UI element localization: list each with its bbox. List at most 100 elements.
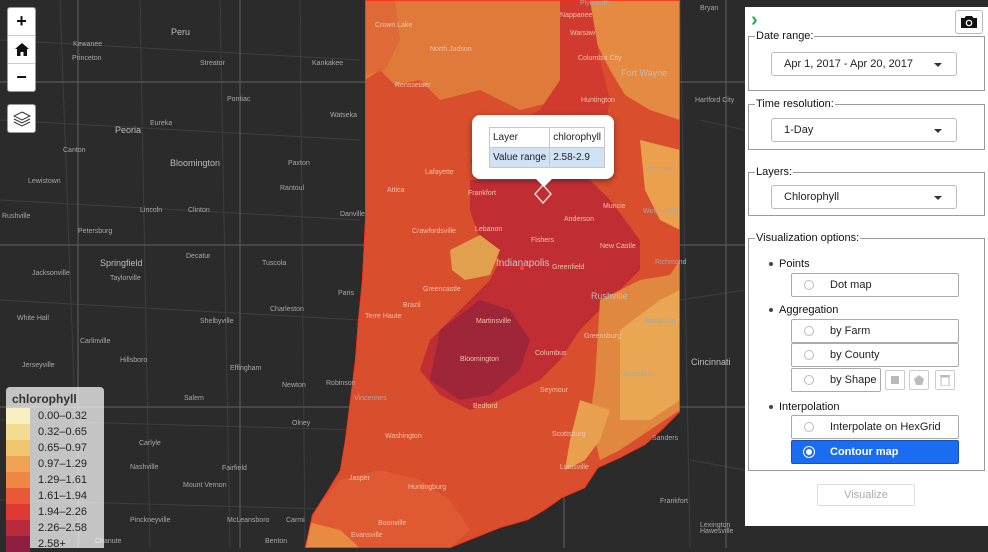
map-place-label: Salem	[184, 395, 204, 402]
map-place-label: Canton	[63, 147, 86, 154]
map-place-label: Frankfort	[468, 190, 497, 197]
layers-fieldset: Layers: Chlorophyll	[748, 166, 985, 216]
visualization-fieldset: Visualization options: Points Dot map Ag…	[748, 232, 985, 471]
option-label: by Shape	[830, 374, 877, 386]
legend-swatch	[6, 504, 30, 520]
legend-swatch	[6, 440, 30, 456]
map-place-label: Crawfordsville	[412, 228, 456, 235]
contour-map-option[interactable]: Contour map	[791, 440, 959, 464]
map-place-label: Versailles	[621, 371, 651, 378]
map-place-label: Springfield	[100, 258, 143, 268]
map-place-label: Terre Haute	[365, 313, 402, 320]
by-county-option[interactable]: by County	[791, 343, 959, 367]
layers-button[interactable]	[7, 104, 36, 133]
radio-icon	[804, 326, 814, 336]
date-range-value: Apr 1, 2017 - Apr 20, 2017	[784, 58, 914, 70]
chevron-right-icon[interactable]: ›	[751, 10, 758, 30]
map-place-label: Paris	[338, 290, 354, 297]
delete-shape-button[interactable]	[935, 370, 955, 390]
map-place-label: McLeansboro	[227, 517, 270, 524]
dot-map-option[interactable]: Dot map	[791, 273, 959, 297]
legend-label: 0.00–0.32	[38, 410, 87, 422]
pentagon-icon	[914, 375, 924, 385]
caret-down-icon	[934, 129, 942, 133]
map-place-label: Rensselaer	[395, 82, 431, 89]
legend-swatch	[6, 456, 30, 472]
map-place-label: Kewanee	[73, 41, 103, 48]
map-place-label: Greenfield	[552, 264, 585, 271]
map-place-label: Jerseyville	[22, 362, 55, 369]
map-place-label: Paxton	[288, 160, 310, 167]
legend-entry: 0.97–1.29	[6, 456, 104, 472]
map-place-label: Hawesville	[700, 528, 734, 535]
by-shape-option[interactable]: by Shape	[791, 368, 881, 392]
draw-polygon-button[interactable]	[909, 370, 929, 390]
popup-row-value-range: Value range 2.58-2.9	[488, 147, 606, 168]
legend-title: chlorophyll	[12, 392, 77, 406]
map-place-label: Columbia City	[578, 55, 622, 62]
map-place-label: Streator	[200, 60, 225, 67]
map-place-label: Muncie	[603, 203, 626, 210]
popup-key: Value range	[488, 147, 551, 168]
option-label: by Farm	[830, 325, 871, 337]
legend-label: 1.29–1.61	[38, 474, 87, 486]
legend-label: 2.58+	[38, 538, 66, 550]
legend-swatch	[6, 424, 30, 440]
layers-select[interactable]: Chlorophyll	[771, 185, 957, 209]
time-resolution-select[interactable]: 1-Day	[771, 118, 957, 142]
zoom-out-button[interactable]: −	[8, 64, 35, 91]
map-place-label: Olney	[292, 420, 311, 427]
map-place-label: Fort Wayne	[621, 68, 668, 78]
popup-table: Layer chlorophyll Value range 2.58-2.9	[488, 127, 606, 168]
legend-entry: 1.29–1.61	[6, 472, 104, 488]
map-place-label: Mount Vernon	[183, 482, 227, 489]
map-place-label: Jasper	[349, 475, 371, 482]
map-place-label: Brookville	[645, 318, 676, 325]
legend-entry: 1.61–1.94	[6, 488, 104, 504]
map-place-label: Plymouth	[580, 0, 610, 7]
map-place-label: Clinton	[188, 207, 210, 214]
radio-selected-icon	[804, 447, 814, 457]
map-place-label: Seymour	[540, 387, 569, 394]
aggregation-heading: Aggregation	[769, 304, 838, 316]
map-place-label: Shelbyville	[200, 318, 234, 325]
map-place-label: Bloomington	[460, 356, 499, 363]
map-place-label: Eureka	[150, 120, 173, 127]
map-place-label: Portland	[648, 166, 675, 173]
map-place-label: Lewistown	[28, 178, 61, 185]
square-icon	[891, 376, 899, 384]
map-place-label: Peru	[171, 27, 191, 37]
camera-icon	[961, 16, 977, 28]
time-resolution-value: 1-Day	[784, 124, 814, 136]
map-place-label: Fishers	[531, 237, 554, 244]
radio-icon	[804, 280, 814, 290]
legend-swatch	[6, 472, 30, 488]
map-place-label: Decatur	[186, 253, 211, 260]
screenshot-button[interactable]	[955, 10, 983, 34]
visualize-button[interactable]: Visualize	[817, 484, 915, 506]
draw-rectangle-button[interactable]	[885, 370, 905, 390]
date-range-select[interactable]: Apr 1, 2017 - Apr 20, 2017	[771, 52, 957, 76]
chlorophyll-legend: chlorophyll 0.00–0.32 0.32–0.65 0.65–0.97 0…	[6, 387, 104, 552]
home-button[interactable]	[8, 36, 35, 64]
map-place-label: Frankfort	[660, 498, 689, 505]
map-place-label: Pinckneyville	[130, 517, 171, 524]
map-place-label: Carlyle	[139, 440, 161, 447]
map-place-label: Boonville	[378, 520, 407, 527]
map-place-label: Richmond	[655, 259, 687, 266]
layers-legend: Layers:	[755, 166, 794, 178]
zoom-in-button[interactable]: +	[8, 8, 35, 36]
map-place-label: Fairfield	[222, 465, 247, 472]
side-panel: › Date range: Apr 1, 2017 - Apr 20, 2017…	[745, 7, 988, 526]
time-resolution-fieldset: Time resolution: 1-Day	[748, 98, 985, 150]
legend-entry: 1.94–2.26	[6, 504, 104, 520]
map-place-label: Indianapolis	[496, 258, 550, 269]
map-place-label: Princeton	[72, 55, 102, 62]
by-farm-option[interactable]: by Farm	[791, 319, 959, 343]
map-place-label: Effingham	[230, 365, 262, 372]
hexgrid-option[interactable]: Interpolate on HexGrid	[791, 415, 959, 439]
caret-down-icon	[934, 196, 942, 200]
map-place-label: Greensburg	[584, 333, 621, 340]
home-icon	[14, 43, 29, 56]
map-place-label: Sanders	[652, 435, 679, 442]
